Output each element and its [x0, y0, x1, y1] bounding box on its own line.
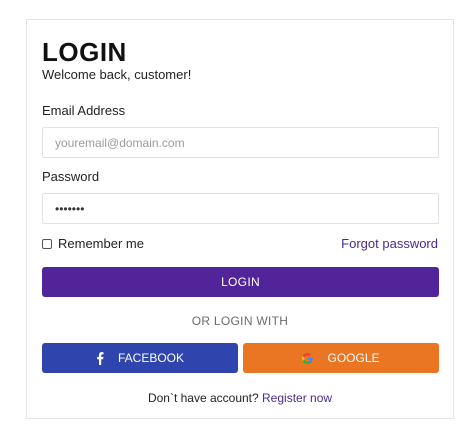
- forgot-password-link[interactable]: Forgot password: [341, 236, 438, 251]
- page-title: LOGIN: [42, 37, 127, 67]
- or-login-with-divider: OR LOGIN WITH: [191, 314, 289, 328]
- register-link[interactable]: Register now: [262, 391, 332, 405]
- email-field[interactable]: [42, 127, 439, 158]
- facebook-login-button[interactable]: FACEBOOK: [42, 343, 238, 373]
- password-field[interactable]: [42, 193, 439, 224]
- google-label: GOOGLE: [327, 351, 380, 365]
- remember-me[interactable]: Remember me: [42, 236, 144, 251]
- facebook-label: FACEBOOK: [117, 351, 185, 365]
- register-prompt: Don`t have account? Register now: [27, 391, 453, 405]
- login-card: LOGIN Welcome back, customer! Email Addr…: [26, 19, 454, 419]
- google-login-button[interactable]: GOOGLE: [243, 343, 439, 373]
- facebook-icon: [96, 351, 104, 365]
- remember-label: Remember me: [58, 236, 144, 251]
- register-prompt-text: Don`t have account?: [147, 391, 263, 405]
- login-button[interactable]: LOGIN: [42, 267, 439, 297]
- remember-checkbox[interactable]: [42, 238, 52, 249]
- password-label: Password: [42, 169, 100, 184]
- google-icon: [302, 352, 314, 364]
- welcome-subtitle: Welcome back, customer!: [42, 67, 192, 82]
- email-label: Email Address: [42, 103, 126, 118]
